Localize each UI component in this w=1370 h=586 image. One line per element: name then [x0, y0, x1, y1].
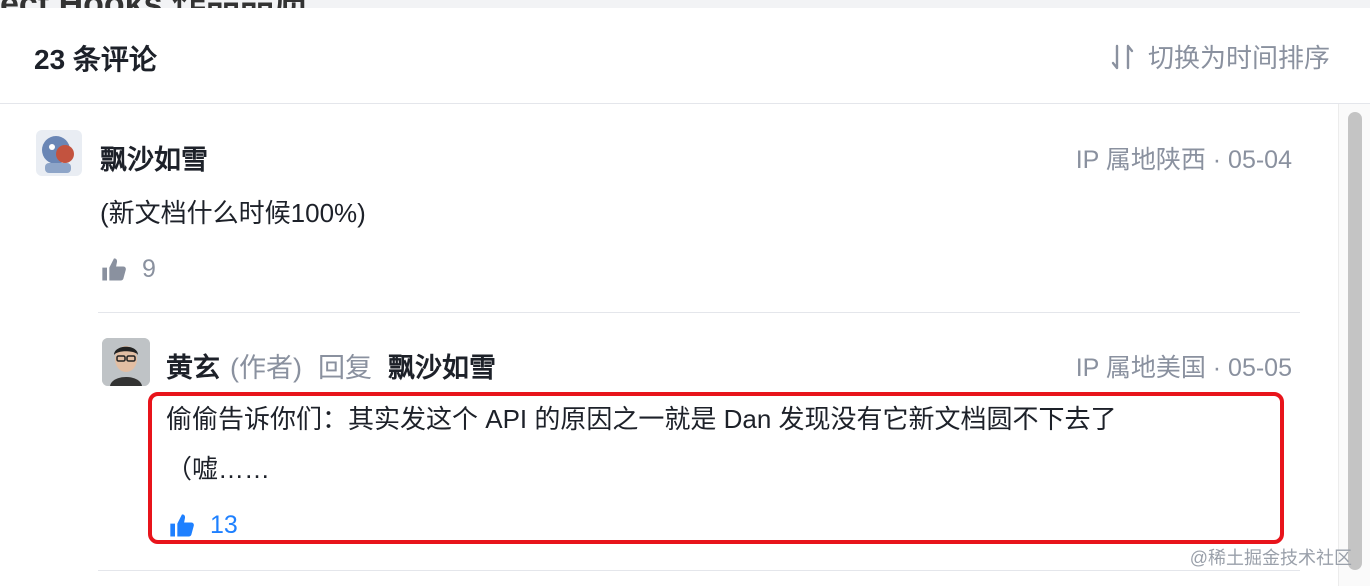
divider — [98, 312, 1300, 313]
scrollbar-thumb[interactable] — [1348, 112, 1362, 570]
comments-count-title: 23 条评论 — [34, 44, 157, 75]
reply-author[interactable]: 黄玄 — [166, 346, 220, 385]
reply-meta: IP 属地美国 · 05-05 — [1075, 354, 1292, 382]
watermark: @稀土掘金技术社区 — [1189, 548, 1352, 568]
reply-header: 黄玄 (作者) 回复 飘沙如雪 — [166, 346, 496, 385]
comments-header: 23 条评论 切换为时间排序 — [0, 8, 1370, 104]
sort-toggle-label: 切换为时间排序 — [1147, 43, 1330, 73]
reply-avatar-image — [102, 338, 150, 386]
comment-author[interactable]: 飘沙如雪 — [100, 138, 208, 177]
highlight-annotation-box — [148, 392, 1284, 544]
previous-content-strip: ect Hooks 作品品质 — [0, 0, 1370, 8]
sort-icon — [1111, 44, 1134, 69]
thumbs-up-icon — [102, 257, 126, 280]
comment-text: (新文档什么时候100%) — [100, 198, 366, 228]
avatar-image — [36, 130, 82, 176]
avatar[interactable] — [36, 130, 82, 176]
comment-like-count: 9 — [142, 255, 156, 283]
author-badge: (作者) — [230, 353, 302, 383]
comment-like-button[interactable]: 9 — [100, 255, 156, 284]
reply-avatar[interactable] — [102, 338, 150, 386]
sort-toggle-button[interactable]: 切换为时间排序 — [1110, 38, 1330, 75]
reply-verb: 回复 — [317, 353, 372, 383]
comment-meta: IP 属地陕西 · 05-04 — [1075, 146, 1292, 174]
reply-target-user[interactable]: 飘沙如雪 — [388, 346, 496, 385]
divider — [98, 570, 1300, 571]
